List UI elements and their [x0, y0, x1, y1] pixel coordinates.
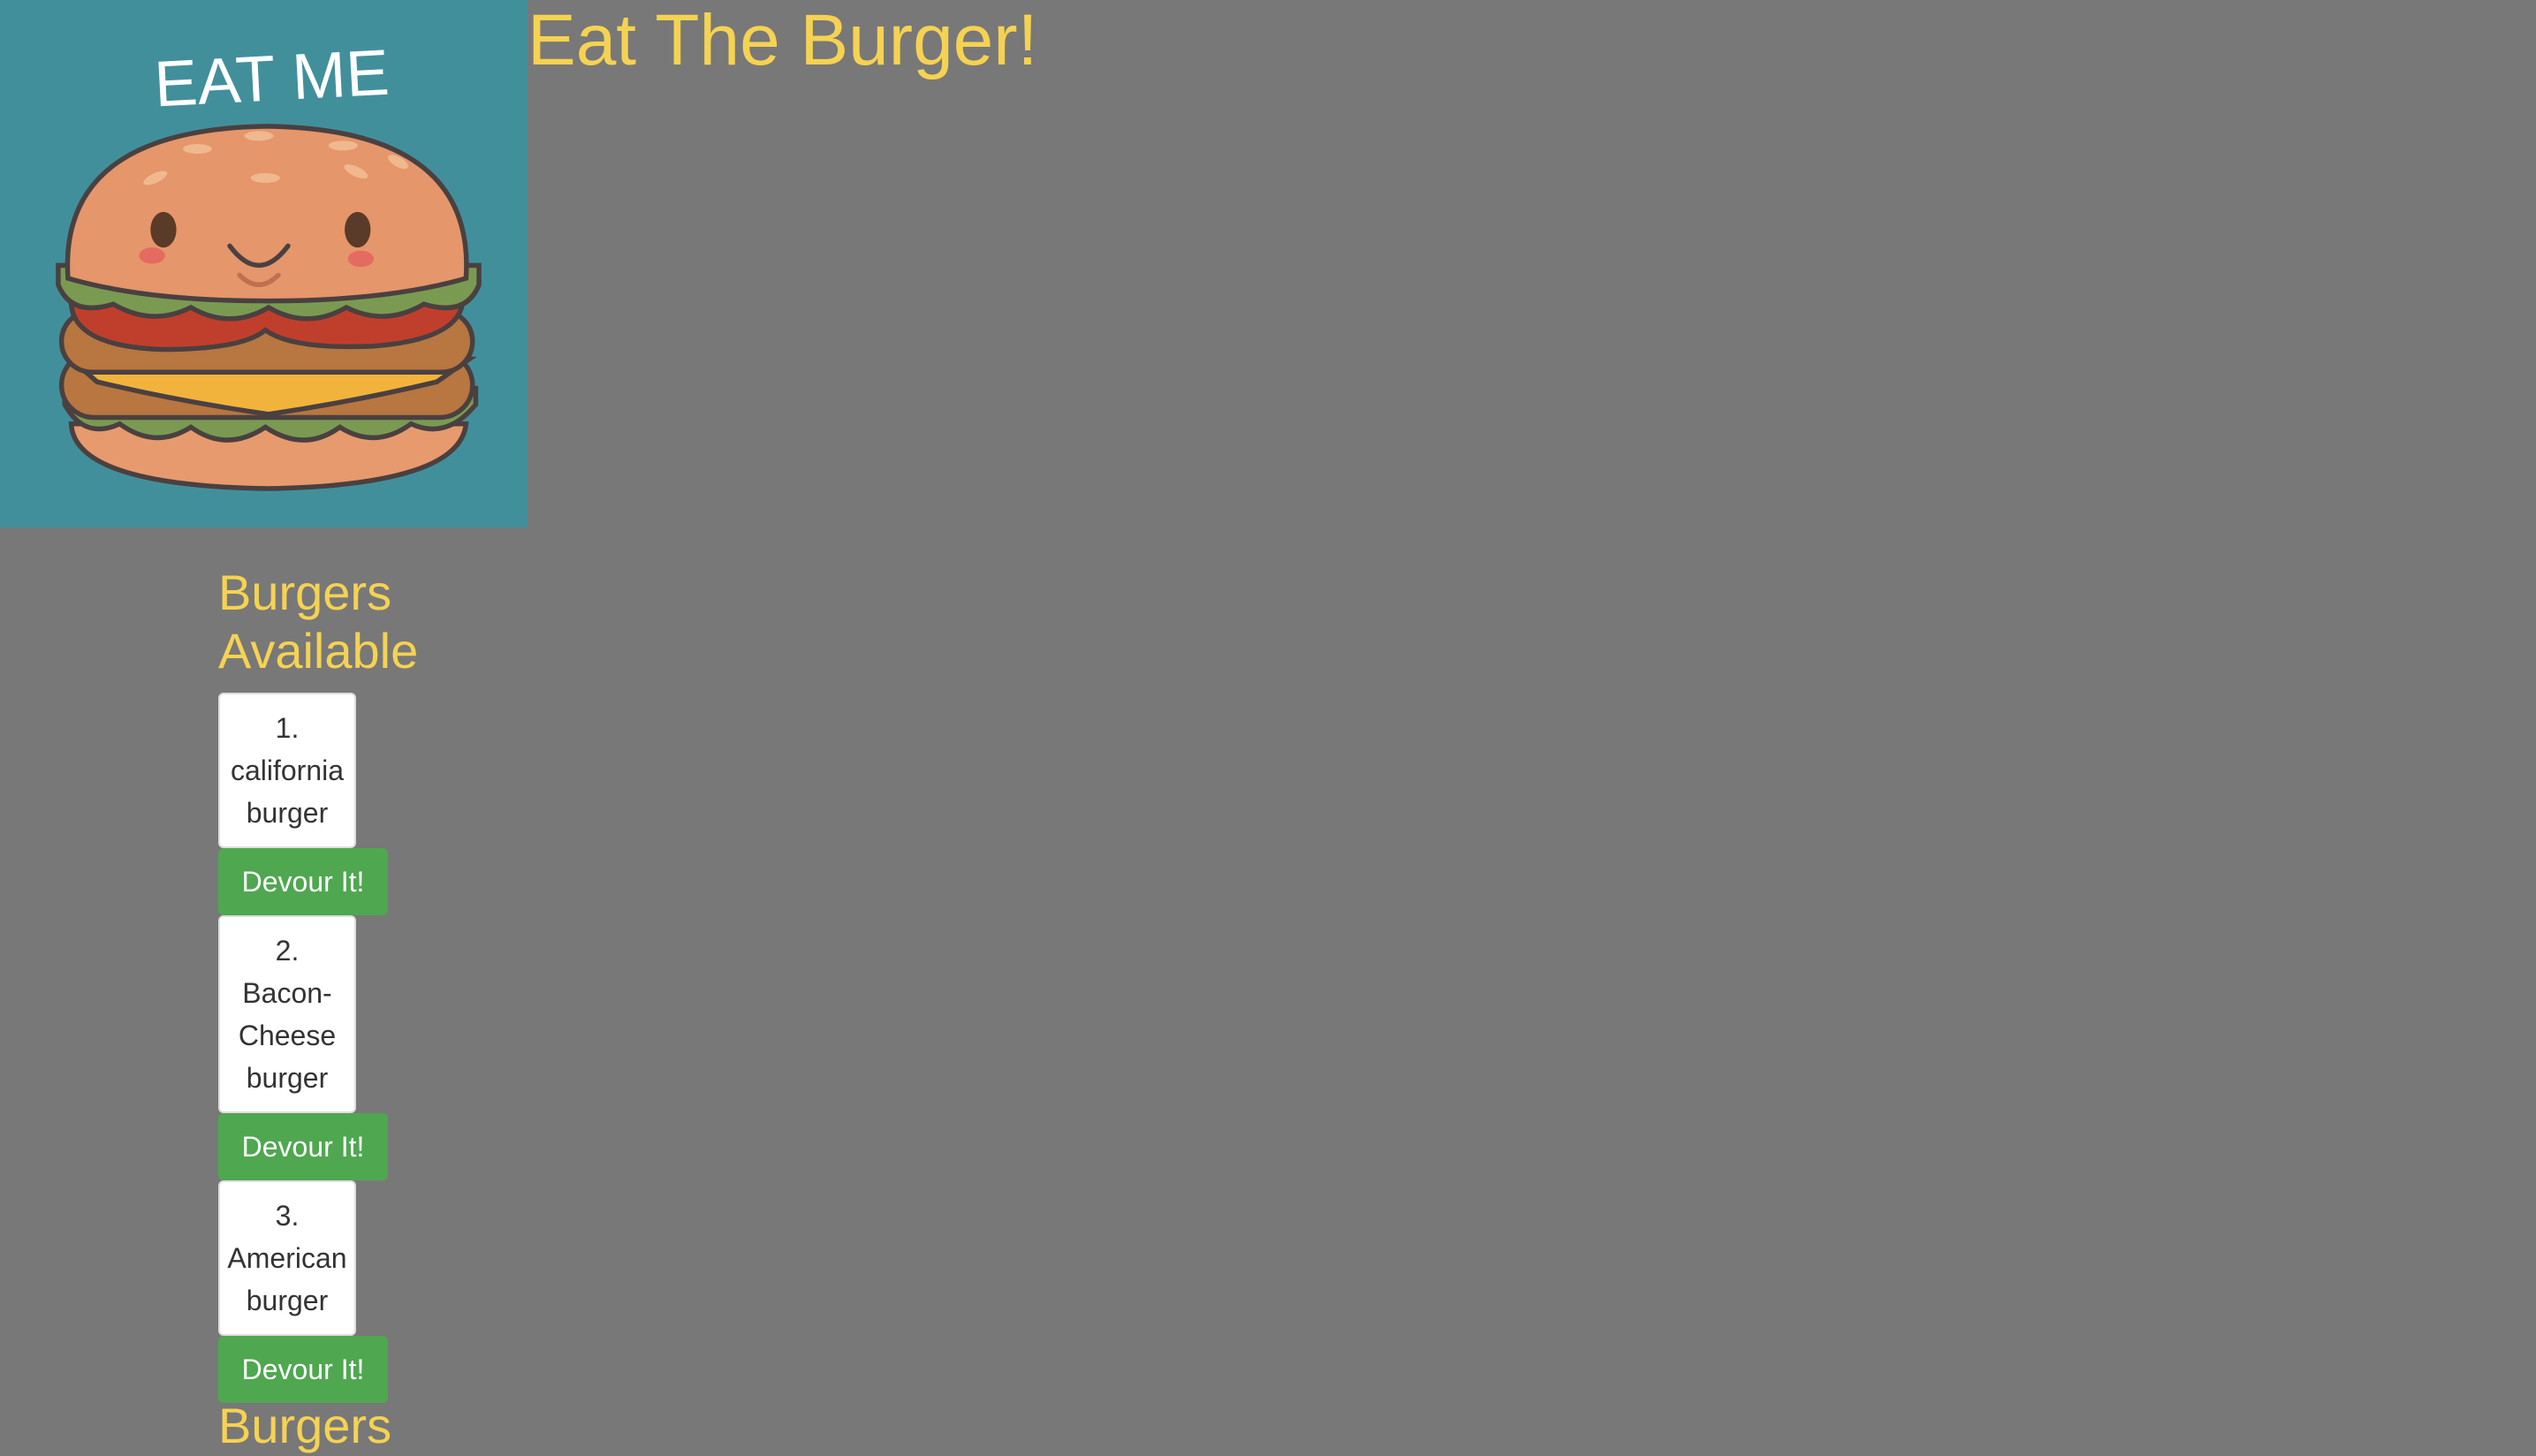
- burger-card: 1. california burger: [218, 693, 356, 848]
- burger-name-line: Bacon-: [242, 977, 332, 1009]
- burgers-available-section: Burgers Available 1. california burger D…: [218, 564, 572, 1403]
- burger-name-line: california: [230, 755, 345, 786]
- heading-line-1: Burgers: [218, 565, 392, 620]
- list-item: 3. American burger Devour It!: [218, 1180, 388, 1403]
- burger-illustration: EAT ME: [0, 0, 528, 527]
- devour-button[interactable]: Devour It!: [218, 848, 388, 915]
- heading-line-2: Available: [218, 623, 419, 679]
- burger-number: 3.: [275, 1200, 300, 1232]
- burger-list: 1. california burger Devour It! 2. Bacon…: [218, 693, 572, 1403]
- burger-name-line: American: [227, 1242, 347, 1274]
- devour-button[interactable]: Devour It!: [218, 1113, 388, 1180]
- burger-card: 2. Bacon- Cheese burger: [218, 915, 356, 1113]
- burgers-devoured-heading: Burgers: [218, 1398, 392, 1453]
- burger-name-line: Cheese: [238, 1020, 337, 1051]
- list-item: 2. Bacon- Cheese burger Devour It!: [218, 915, 388, 1180]
- burger-name-line: burger: [246, 1062, 329, 1094]
- list-item: 1. california burger Devour It!: [218, 693, 388, 915]
- devour-button[interactable]: Devour It!: [218, 1336, 388, 1403]
- burger-card: 3. American burger: [218, 1180, 356, 1336]
- burger-name-line: burger: [246, 797, 329, 829]
- page-title: Eat The Burger!: [528, 0, 1038, 80]
- logo-text: EAT ME: [153, 36, 391, 121]
- burger-name-line: burger: [246, 1285, 329, 1316]
- burger-number: 1.: [275, 712, 300, 744]
- eat-me-logo: EAT ME: [0, 0, 528, 527]
- burgers-available-heading: Burgers Available: [218, 564, 572, 680]
- burger-number: 2.: [275, 935, 300, 967]
